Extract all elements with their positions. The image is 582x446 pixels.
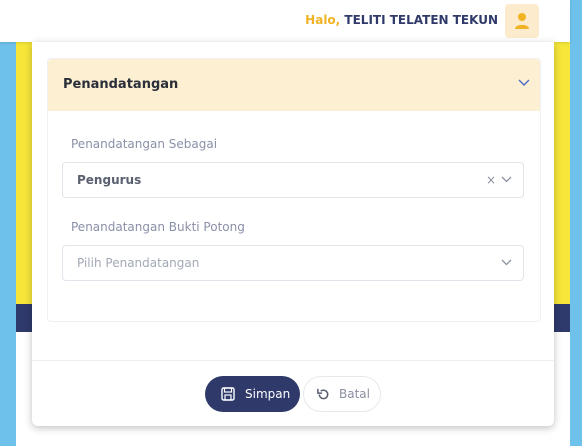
signer-role-value: Pengurus — [77, 173, 142, 187]
user-greeting: Halo, TELITI TELATEN TEKUN — [305, 13, 498, 27]
greeting-prefix: Halo, — [305, 13, 341, 27]
clear-icon[interactable]: × — [486, 173, 496, 187]
user-icon — [515, 13, 529, 29]
chevron-down-icon — [501, 259, 512, 266]
signer-proof-select[interactable]: Pilih Penandatangan — [62, 245, 524, 281]
avatar[interactable] — [505, 4, 539, 38]
signer-role-label: Penandatangan Sebagai — [71, 137, 218, 151]
save-icon — [221, 387, 235, 401]
section-header[interactable]: Penandatangan — [48, 59, 540, 111]
chevron-down-icon — [501, 176, 512, 183]
top-bar: Halo, TELITI TELATEN TEKUN — [0, 0, 570, 42]
background-banner-left — [16, 42, 32, 304]
save-label: Simpan — [245, 387, 291, 401]
save-button[interactable]: Simpan — [205, 376, 300, 412]
background-band-left — [16, 304, 32, 332]
chevron-down-icon[interactable] — [518, 79, 530, 87]
signer-section-card: Penandatangan Penandatangan Sebagai Peng… — [47, 58, 541, 322]
section-title: Penandatangan — [63, 77, 179, 92]
signer-role-select[interactable]: Pengurus × — [62, 162, 524, 198]
background-banner-right — [554, 42, 570, 304]
signer-proof-label: Penandatangan Bukti Potong — [71, 220, 245, 234]
background-band-right — [554, 304, 570, 332]
background-stripe-left — [0, 0, 16, 446]
undo-icon — [317, 388, 329, 400]
background-stripe-right — [570, 0, 582, 446]
footer-divider — [32, 360, 554, 361]
signer-proof-placeholder: Pilih Penandatangan — [77, 256, 200, 270]
signer-modal: Penandatangan Penandatangan Sebagai Peng… — [32, 42, 554, 426]
cancel-label: Batal — [339, 387, 370, 401]
user-name: TELITI TELATEN TEKUN — [344, 13, 498, 27]
cancel-button[interactable]: Batal — [303, 376, 381, 412]
